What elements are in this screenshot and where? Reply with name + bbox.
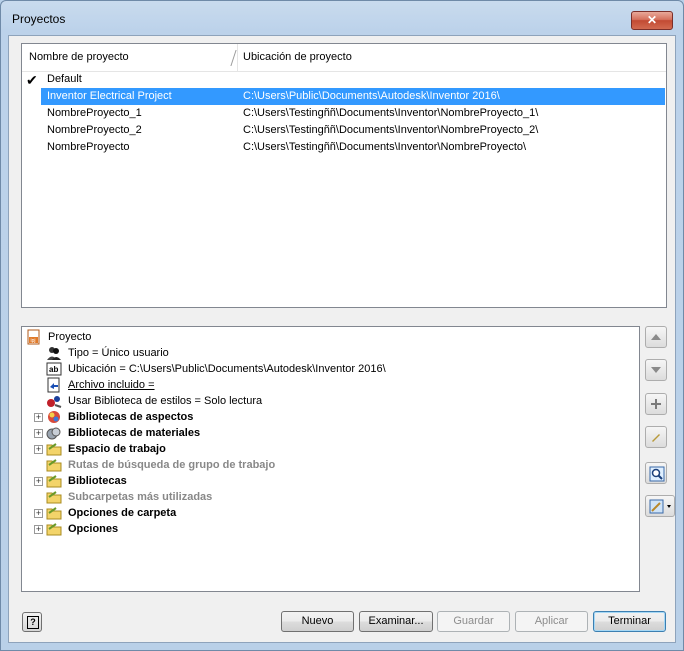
folder-icon: [46, 507, 62, 520]
expand-icon[interactable]: +: [34, 413, 43, 422]
save-button[interactable]: Guardar: [437, 611, 510, 632]
tree-label: Ubicación = C:\Users\Public\Documents\Au…: [68, 363, 386, 375]
find-icon: [649, 466, 665, 482]
project-list-header: Nombre de proyecto Ubicación de proyecto: [22, 44, 666, 72]
text-field-icon: ab: [46, 362, 62, 376]
projects-dialog: Proyectos ✕ Nombre de proyecto Ubicación…: [0, 0, 684, 651]
expand-icon[interactable]: +: [34, 525, 43, 534]
expand-icon[interactable]: +: [34, 445, 43, 454]
dialog-body: Nombre de proyecto Ubicación de proyecto…: [8, 35, 676, 643]
tree-label: Bibliotecas de aspectos: [68, 411, 194, 423]
window-title: Proyectos: [12, 12, 66, 26]
move-down-icon: [651, 367, 661, 373]
column-header-project-name[interactable]: Nombre de proyecto: [29, 51, 129, 63]
project-name: NombreProyecto: [47, 141, 130, 153]
tree-label: Bibliotecas: [68, 475, 127, 487]
tree-label: Subcarpetas más utilizadas: [68, 491, 213, 503]
new-button[interactable]: Nuevo: [281, 611, 354, 632]
project-list[interactable]: Nombre de proyecto Ubicación de proyecto…: [21, 43, 667, 308]
project-row[interactable]: ✔ Default: [22, 71, 666, 88]
title-bar: Proyectos ✕: [1, 1, 683, 35]
tree-label: Tipo = Único usuario: [68, 347, 169, 359]
appearance-library-icon: [48, 411, 60, 423]
tree-label: Bibliotecas de materiales: [68, 427, 201, 439]
tree-label: Proyecto: [48, 331, 92, 343]
project-settings-tree[interactable]: ipj Proyecto Tipo = Único usuario ab Ubi…: [21, 326, 640, 592]
project-row[interactable]: Inventor Electrical Project C:\Users\Pub…: [41, 88, 665, 105]
svg-text:ipj: ipj: [31, 338, 36, 344]
tree-label: Opciones: [68, 523, 119, 535]
included-file-icon: [47, 377, 60, 393]
project-file-icon: ipj: [27, 329, 40, 345]
project-location: C:\Users\Testingññ\Documents\Inventor\No…: [243, 124, 539, 136]
users-icon: [47, 347, 61, 360]
tree-label: Espacio de trabajo: [68, 443, 166, 455]
edit-button[interactable]: [645, 426, 667, 448]
tree-label: Usar Biblioteca de estilos = Solo lectur…: [68, 395, 263, 407]
project-name: Inventor Electrical Project: [47, 90, 172, 102]
finish-button[interactable]: Terminar: [593, 611, 666, 632]
edit-icon: [652, 434, 660, 442]
tree-label: Opciones de carpeta: [68, 507, 177, 519]
expand-icon[interactable]: +: [34, 509, 43, 518]
move-up-icon: [651, 334, 661, 340]
browse-button[interactable]: Examinar...: [359, 611, 433, 632]
folder-icon: [46, 523, 62, 536]
expand-icon[interactable]: +: [34, 477, 43, 486]
folder-icon: [46, 491, 62, 504]
edit-options-dropdown[interactable]: [645, 495, 675, 517]
help-icon: ?: [27, 616, 39, 629]
edit-dropdown-icon: [649, 499, 671, 514]
tree-label: Archivo incluido =: [68, 379, 155, 391]
project-name: Default: [47, 73, 82, 85]
style-library-icon: [47, 396, 62, 408]
project-row[interactable]: NombreProyecto C:\Users\Testingññ\Docume…: [22, 139, 666, 156]
folder-icon: [46, 443, 62, 456]
project-name: NombreProyecto_1: [47, 107, 142, 119]
active-project-check-icon: ✔: [26, 72, 38, 88]
project-location: C:\Users\Public\Documents\Autodesk\Inven…: [243, 90, 500, 102]
move-up-button[interactable]: [645, 326, 667, 348]
svg-text:ab: ab: [49, 365, 58, 374]
column-header-project-location[interactable]: Ubicación de proyecto: [243, 51, 352, 63]
project-row[interactable]: NombreProyecto_1 C:\Users\Testingññ\Docu…: [22, 105, 666, 122]
close-button[interactable]: ✕: [631, 11, 673, 30]
add-icon: [651, 399, 661, 409]
apply-button[interactable]: Aplicar: [515, 611, 588, 632]
find-button[interactable]: [645, 462, 667, 484]
project-name: NombreProyecto_2: [47, 124, 142, 136]
add-button[interactable]: [645, 393, 667, 415]
help-button[interactable]: ?: [22, 612, 42, 632]
folder-icon: [46, 475, 62, 488]
move-down-button[interactable]: [645, 359, 667, 381]
project-location: C:\Users\Testingññ\Documents\Inventor\No…: [243, 141, 527, 153]
expand-icon[interactable]: +: [34, 429, 43, 438]
project-location: C:\Users\Testingññ\Documents\Inventor\No…: [243, 107, 539, 119]
tree-label: Rutas de búsqueda de grupo de trabajo: [68, 459, 276, 471]
column-separator[interactable]: [230, 50, 237, 66]
folder-icon: [46, 459, 62, 472]
material-library-icon: [46, 427, 61, 440]
project-row[interactable]: NombreProyecto_2 C:\Users\Testingññ\Docu…: [22, 122, 666, 139]
